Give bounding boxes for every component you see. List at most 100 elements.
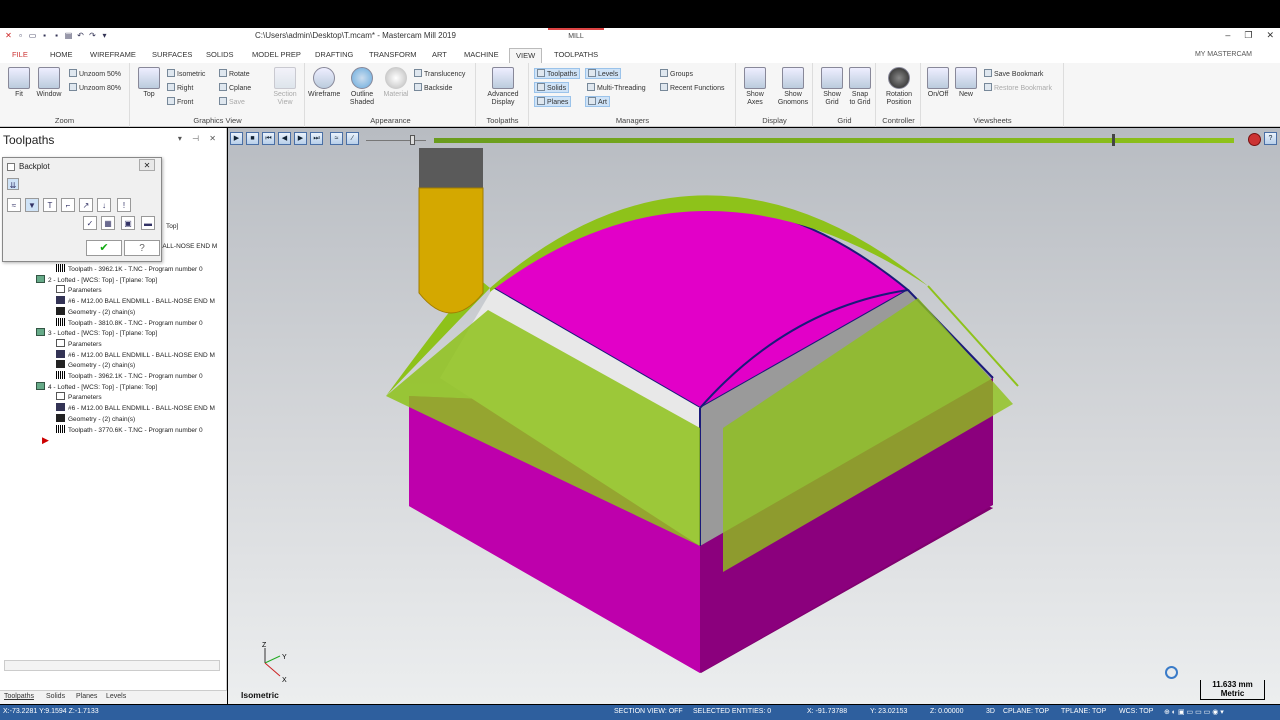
tree-row[interactable]: #6 - M12.00 BALL ENDMILL - BALL-NOSE END… [56,296,215,305]
translucency-button[interactable]: Translucency [414,69,465,78]
graphics-viewport[interactable]: ▶ ■ ⏮ ◀ ▶ ⏭ ≈ ∕ ? Z Y X [228,128,1280,704]
advanced-display-button[interactable]: Advanced Display [485,67,521,107]
tree-row[interactable]: Toolpath - 3962.1K - T.NC - Program numb… [56,264,203,273]
rotate-button[interactable]: Rotate [219,69,250,78]
tree-row[interactable]: Parameters [56,392,102,401]
tree-row[interactable]: 3 - Lofted - [WCS: Top] - [Tplane: Top] [36,328,157,337]
customize-qat-icon[interactable]: ▾ [100,31,109,40]
groups-manager-toggle[interactable]: Groups [660,69,693,78]
front-view-button[interactable]: Front [167,97,193,106]
levels-manager-toggle[interactable]: Levels [585,68,622,79]
display-entity-endpoints-icon[interactable]: ↗ [79,198,93,212]
tree-row[interactable]: 4 - Lofted - [WCS: Top] - [Tplane: Top] [36,381,157,391]
wireframe-button[interactable]: Wireframe [308,67,340,99]
tab-view[interactable]: VIEW [509,48,543,63]
redo-icon[interactable]: ↷ [88,31,97,40]
print-icon[interactable]: ▤ [64,31,73,40]
display-toolpath-icon[interactable]: ≈ [7,198,21,212]
help-button[interactable]: ? [124,240,160,256]
tab-file[interactable]: FILE [6,48,34,63]
new-viewsheet-button[interactable]: New [950,67,982,99]
tree-row[interactable]: Geometry - (2) chain(s) [56,360,135,369]
outline-shaded-button[interactable]: Outline Shaded [346,67,378,107]
tab-surfaces[interactable]: SURFACES [146,48,198,63]
undo-icon[interactable]: ↶ [76,31,85,40]
save-icon[interactable]: ▪ [40,31,49,40]
restore-button[interactable]: ❐ [1244,30,1252,41]
show-axes-button[interactable]: Show Axes [739,67,771,107]
isometric-button[interactable]: Isometric [167,69,205,78]
backplot-close-button[interactable]: ✕ [139,159,155,171]
display-rapid-icon[interactable]: ⌐ [61,198,75,212]
shade-verify-icon[interactable]: ↓ [97,198,111,212]
snap-to-grid-button[interactable]: Snap to Grid [844,67,876,107]
window-zoom-button[interactable]: Window [33,67,65,99]
unzoom-50-button[interactable]: Unzoom 50% [69,69,121,78]
tplane-status[interactable]: TPLANE: TOP [1061,708,1106,715]
save-bookmark-button[interactable]: Save Bookmark [984,69,1043,78]
tree-row[interactable]: 2 - Lofted - [WCS: Top] - [Tplane: Top] [36,274,157,284]
tree-row[interactable]: Toolpath - 3962.1K - T.NC - Program numb… [56,371,203,380]
material-button[interactable]: Material [380,67,412,99]
tree-horizontal-scrollbar[interactable] [4,660,220,671]
z-coordinate[interactable]: Z: 0.00000 [930,708,963,715]
tree-row[interactable]: Toolpath - 3810.8K - T.NC - Program numb… [56,317,203,327]
planes-manager-toggle[interactable]: Planes [534,96,572,107]
info-icon[interactable]: ! [117,198,131,212]
cplane-status[interactable]: CPLANE: TOP [1003,708,1049,715]
rotation-position-button[interactable]: Rotation Position [881,67,917,107]
tab-model-prep[interactable]: MODEL PREP [246,48,307,63]
recent-functions-toggle[interactable]: Recent Functions [660,83,724,92]
multithreading-toggle[interactable]: Multi-Threading [587,83,646,92]
tree-row[interactable]: #6 - M12.00 BALL ENDMILL - BALL-NOSE END… [56,403,215,412]
open-file-icon[interactable]: ▭ [28,31,37,40]
show-gnomons-button[interactable]: Show Gnomons [773,67,813,107]
tree-row[interactable]: Parameters [56,338,102,348]
save-as-icon[interactable]: ▪ [52,31,61,40]
tab-drafting[interactable]: DRAFTING [309,48,359,63]
mastercam-logo-icon[interactable]: ✕ [4,31,13,40]
status-view-icons[interactable]: ⊕ ◐ ▣ ▭ ▭ ▭ ◉ ▾ [1164,708,1224,716]
insert-arrow-icon[interactable]: ▶ [42,435,49,446]
quick-verify-icon[interactable]: ▦ [101,216,115,230]
tree-row[interactable]: #6 - M12.00 BALL ENDMILL - BALL-NOSE END… [56,349,215,359]
section-view-status[interactable]: SECTION VIEW: OFF [614,708,683,715]
backside-button[interactable]: Backside [414,83,452,92]
y-coordinate[interactable]: Y: 23.02153 [870,708,907,715]
unzoom-80-button[interactable]: Unzoom 80% [69,83,121,92]
toolpaths-manager-toggle[interactable]: Toolpaths [534,68,580,79]
restore-bookmark-button[interactable]: Restore Bookmark [984,83,1052,92]
ok-button[interactable]: ✔ [86,240,122,256]
fit-button[interactable]: Fit [3,67,35,99]
tab-planes-manager[interactable]: Planes [76,693,97,700]
top-view-button[interactable]: Top [133,67,165,99]
cplane-button[interactable]: Cplane [219,83,251,92]
tab-wireframe[interactable]: WIREFRAME [84,48,142,63]
screen-capture-icon[interactable]: ▣ [121,216,135,230]
art-manager-toggle[interactable]: Art [585,96,610,107]
tree-row[interactable]: Parameters [56,285,102,294]
tab-art[interactable]: ART [426,48,453,63]
tab-solids[interactable]: SOLIDS [200,48,240,63]
save-geometry-icon[interactable]: ▬ [141,216,155,230]
tree-row-partial[interactable]: BALL-NOSE END M [158,243,217,250]
minimize-button[interactable]: – [1225,30,1230,41]
right-view-button[interactable]: Right [167,83,193,92]
save-view-button[interactable]: Save [219,97,245,106]
tree-row[interactable]: Geometry - (2) chain(s) [56,306,135,316]
collapse-options-icon[interactable]: ⇊ [7,178,19,190]
tab-toolpaths[interactable]: TOOLPATHS [548,48,604,63]
display-holder-icon[interactable]: T [43,198,57,212]
tree-row[interactable]: Toolpath - 3770.6K - T.NC - Program numb… [56,424,203,434]
tree-row-partial[interactable]: Top] [166,223,178,230]
tree-row[interactable]: Geometry - (2) chain(s) [56,413,135,423]
tab-machine[interactable]: MACHINE [458,48,505,63]
tab-toolpaths-manager[interactable]: Toolpaths [4,693,34,700]
new-file-icon[interactable]: ▫ [16,31,25,40]
my-mastercam-link[interactable]: MY MASTERCAM [1195,51,1252,58]
mode-3d-toggle[interactable]: 3D [986,708,995,715]
x-coordinate[interactable]: X: -91.73788 [807,708,847,715]
wcs-status[interactable]: WCS: TOP [1119,708,1153,715]
display-tool-icon[interactable]: ▼ [25,198,39,212]
tab-home[interactable]: HOME [44,48,79,63]
